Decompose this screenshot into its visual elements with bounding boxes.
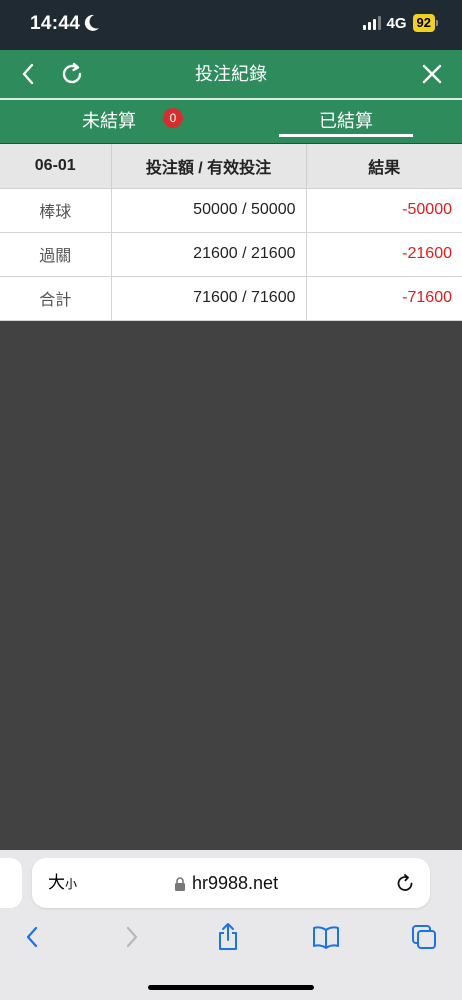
total-amount-cell: 71600 / 71600 (111, 276, 307, 321)
battery-level: 92 (412, 14, 435, 32)
signal-icon (362, 16, 381, 30)
page-title: 投注紀錄 (195, 64, 267, 84)
column-header-date: 06-01 (0, 144, 112, 189)
bookmarks-icon (313, 926, 339, 949)
close-button[interactable] (412, 50, 452, 98)
status-indicators: 4G 92 (362, 14, 438, 32)
status-bar: 14:44 4G 92 (0, 0, 462, 50)
address-bar[interactable]: 大小 hr9988.net (32, 858, 430, 908)
table-total-row: 合計 71600 / 71600 -71600 (0, 276, 462, 321)
bet-type-cell: 棒球 (0, 188, 112, 233)
forward-arrow-icon (126, 926, 138, 948)
bet-records-table: 06-01 投注額 / 有效投注 結果 棒球 50000 / 50000 -50… (0, 144, 462, 321)
text-size-large-label: 大 (48, 873, 65, 892)
column-header-result: 結果 (306, 144, 462, 189)
tab-settled-label: 已結算 (319, 111, 373, 131)
active-tab-indicator (279, 134, 413, 137)
browser-forward-button[interactable] (116, 921, 148, 953)
home-indicator (148, 985, 314, 990)
browser-back-button[interactable] (16, 921, 48, 953)
bet-amount-cell: 50000 / 50000 (111, 188, 307, 233)
browser-nav-toolbar (0, 915, 462, 961)
status-time: 14:44 (30, 13, 81, 34)
tab-unsettled[interactable]: 未結算 (60, 100, 210, 143)
reload-icon[interactable] (394, 872, 416, 894)
bet-result-cell: -50000 (306, 188, 462, 233)
close-icon (422, 64, 442, 84)
app-header: 投注紀錄 (0, 50, 462, 98)
bookmarks-button[interactable] (310, 921, 342, 953)
text-size-button[interactable]: 大小 (48, 858, 77, 908)
battery-icon: 92 (412, 14, 438, 32)
url-text: hr9988.net (192, 873, 279, 893)
bet-result-cell: -21600 (306, 232, 462, 277)
share-icon (219, 923, 237, 950)
table-header-row: 06-01 投注額 / 有效投注 結果 (0, 144, 462, 189)
bet-amount-cell: 21600 / 21600 (111, 232, 307, 277)
tabs-icon (412, 925, 436, 949)
moon-icon (84, 14, 99, 31)
total-result-cell: -71600 (306, 276, 462, 321)
tab-unsettled-label: 未結算 (82, 111, 136, 131)
share-button[interactable] (212, 921, 244, 953)
table-row: 棒球 50000 / 50000 -50000 (0, 188, 462, 233)
lock-icon (175, 877, 185, 891)
unsettled-count-badge: 0 (163, 108, 183, 128)
bet-type-cell: 過關 (0, 232, 112, 277)
back-arrow-icon (26, 926, 38, 948)
total-label-cell: 合計 (0, 276, 112, 321)
network-type: 4G (386, 14, 407, 32)
column-header-amount: 投注額 / 有效投注 (111, 144, 307, 189)
tabs-button[interactable] (408, 921, 440, 953)
table-row: 過關 21600 / 21600 -21600 (0, 232, 462, 277)
text-size-small-label: 小 (65, 877, 78, 891)
previous-tab-preview[interactable] (0, 858, 22, 908)
